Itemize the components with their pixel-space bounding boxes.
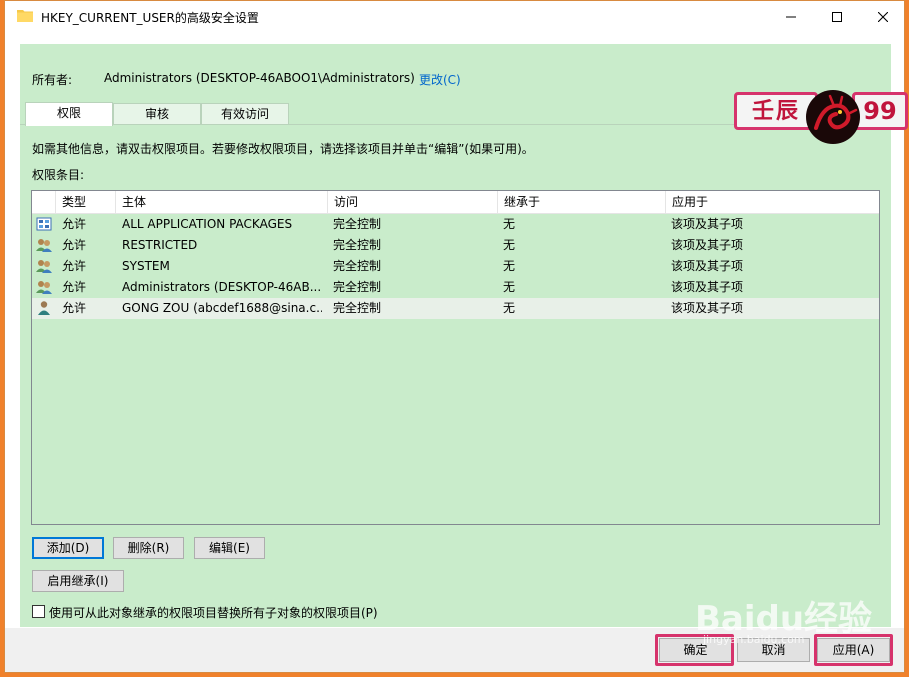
row-type: 允许	[62, 217, 87, 231]
dialog-footer: 确定 取消 应用(A)	[5, 628, 904, 672]
row-principal: GONG ZOU (abcdef1688@sina.c...	[122, 301, 322, 315]
maximize-icon	[832, 11, 842, 22]
row-principal: RESTRICTED	[122, 238, 198, 252]
list-header: 类型 主体 访问 继承于 应用于	[32, 191, 879, 214]
folder-icon	[17, 8, 33, 22]
minimize-button[interactable]	[768, 1, 814, 32]
dragon-icon	[806, 90, 860, 144]
permission-entries-list[interactable]: 类型 主体 访问 继承于 应用于 允许 ALL APPLICATION PACK…	[31, 190, 880, 525]
dialog-body: 所有者: Administrators (DESKTOP-46ABOO1\Adm…	[5, 32, 908, 628]
row-applies: 该项及其子项	[671, 280, 744, 294]
owner-label: 所有者:	[32, 73, 73, 87]
column-header-access[interactable]: 访问	[328, 191, 498, 213]
replace-child-permissions-label: 使用可从此对象继承的权限项目替换所有子对象的权限项目(P)	[49, 606, 378, 620]
row-principal: Administrators (DESKTOP-46AB...	[122, 280, 322, 294]
column-header-principal[interactable]: 主体	[116, 191, 328, 213]
minimize-icon	[786, 16, 796, 17]
tab-auditing[interactable]: 审核	[113, 103, 201, 125]
info-text: 如需其他信息，请双击权限项目。若要修改权限项目，请选择该项目并单击“编辑”(如果…	[32, 142, 534, 156]
enable-inheritance-button[interactable]: 启用继承(I)	[32, 570, 124, 592]
row-access: 完全控制	[333, 217, 382, 231]
row-type: 允许	[62, 301, 87, 315]
change-owner-link[interactable]: 更改(C)	[419, 71, 461, 88]
window-title: HKEY_CURRENT_USER的高级安全设置	[41, 11, 259, 25]
user-icon	[36, 300, 52, 316]
row-applies: 该项及其子项	[671, 238, 744, 252]
maximize-button[interactable]	[814, 1, 860, 32]
column-header-inherited[interactable]: 继承于	[498, 191, 666, 213]
row-principal: SYSTEM	[122, 259, 170, 273]
row-applies: 该项及其子项	[671, 217, 744, 231]
brand-logo: 壬辰 99	[734, 88, 909, 144]
row-access: 完全控制	[333, 301, 382, 315]
security-settings-window: HKEY_CURRENT_USER的高级安全设置 所有者: Administra…	[4, 0, 908, 673]
row-inherited: 无	[503, 217, 516, 231]
column-header-type[interactable]: 类型	[56, 191, 116, 213]
table-row[interactable]: 允许 ALL APPLICATION PACKAGES 完全控制 无 该项及其子…	[32, 214, 879, 235]
table-row[interactable]: 允许 SYSTEM 完全控制 无 该项及其子项	[32, 256, 879, 277]
apply-button[interactable]: 应用(A)	[817, 638, 890, 662]
row-access: 完全控制	[333, 259, 382, 273]
row-inherited: 无	[503, 280, 516, 294]
row-type: 允许	[62, 259, 87, 273]
title-bar[interactable]: HKEY_CURRENT_USER的高级安全设置	[5, 1, 904, 32]
table-row[interactable]: 允许 RESTRICTED 完全控制 无 该项及其子项	[32, 235, 879, 256]
tab-permissions[interactable]: 权限	[25, 102, 113, 126]
close-icon	[878, 11, 888, 22]
app-packages-icon	[36, 216, 52, 232]
row-access: 完全控制	[333, 280, 382, 294]
group-icon	[36, 258, 52, 274]
tab-effective-access[interactable]: 有效访问	[201, 103, 289, 125]
row-applies: 该项及其子项	[671, 259, 744, 273]
row-principal: ALL APPLICATION PACKAGES	[122, 217, 293, 231]
row-inherited: 无	[503, 238, 516, 252]
close-button[interactable]	[860, 1, 906, 32]
replace-child-permissions-checkbox[interactable]	[32, 605, 45, 618]
row-applies: 该项及其子项	[671, 301, 744, 315]
cancel-button[interactable]: 取消	[737, 638, 810, 662]
add-button[interactable]: 添加(D)	[32, 537, 104, 559]
row-type: 允许	[62, 238, 87, 252]
row-type: 允许	[62, 280, 87, 294]
group-icon	[36, 237, 52, 253]
ok-button[interactable]: 确定	[659, 638, 732, 662]
table-row[interactable]: 允许 GONG ZOU (abcdef1688@sina.c... 完全控制 无…	[32, 298, 879, 319]
group-icon	[36, 279, 52, 295]
column-header-icon[interactable]	[32, 191, 56, 213]
column-header-applies[interactable]: 应用于	[666, 191, 879, 213]
row-inherited: 无	[503, 301, 516, 315]
remove-button[interactable]: 删除(R)	[113, 537, 184, 559]
table-row[interactable]: 允许 Administrators (DESKTOP-46AB... 完全控制 …	[32, 277, 879, 298]
owner-value: Administrators (DESKTOP-46ABOO1\Administ…	[104, 71, 415, 85]
row-inherited: 无	[503, 259, 516, 273]
settings-pane: 所有者: Administrators (DESKTOP-46ABOO1\Adm…	[20, 44, 908, 627]
permission-entries-label: 权限条目:	[32, 168, 85, 182]
edit-button[interactable]: 编辑(E)	[194, 537, 265, 559]
row-access: 完全控制	[333, 238, 382, 252]
